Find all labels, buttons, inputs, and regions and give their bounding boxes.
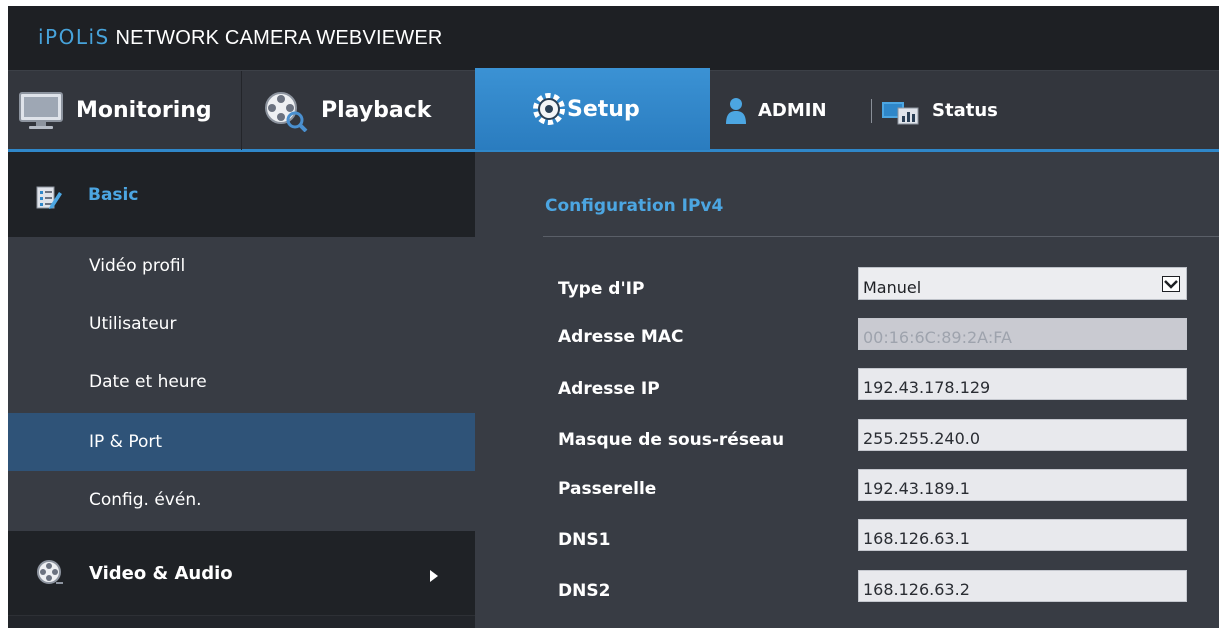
sidebar-item-basic[interactable]: Basic	[8, 152, 475, 237]
sidebar-item-label: Utilisateur	[89, 314, 177, 334]
nav-admin[interactable]: ADMIN	[726, 71, 876, 150]
sidebar-item-label: Vidéo profil	[89, 256, 186, 276]
gateway-field[interactable]: 192.43.189.1	[858, 469, 1187, 501]
sidebar-item-ip-port[interactable]: IP & Port	[8, 413, 475, 471]
ip-address-label: Adresse IP	[558, 379, 660, 399]
app-brand: iPOLiS NETWORK CAMERA WEBVIEWER	[38, 24, 443, 51]
sidebar: Basic Vidéo profil Utilisateur Date et h…	[8, 152, 475, 628]
dns2-label: DNS2	[558, 581, 611, 601]
gateway-label: Passerelle	[558, 479, 657, 499]
sidebar-item-event-config[interactable]: Config. évén.	[8, 471, 475, 529]
nav-monitoring[interactable]: Monitoring	[8, 71, 242, 150]
checklist-edit-icon	[36, 186, 62, 215]
sidebar-item-basic-label: Basic	[88, 184, 139, 205]
ip-type-select[interactable]: Manuel	[858, 267, 1187, 300]
gear-icon	[531, 91, 567, 127]
sidebar-item-video-profile[interactable]: Vidéo profil	[8, 237, 475, 295]
sidebar-item-video-audio[interactable]: Video & Audio	[8, 531, 475, 616]
chevron-right-icon	[429, 567, 439, 588]
app-title: NETWORK CAMERA WEBVIEWER	[109, 27, 443, 49]
mac-address-label: Adresse MAC	[558, 327, 684, 347]
nav-playback-label: Playback	[321, 98, 432, 123]
chevron-down-icon	[1162, 276, 1180, 296]
sidebar-item-user[interactable]: Utilisateur	[8, 295, 475, 353]
nav-setup[interactable]: Setup	[475, 68, 710, 150]
ip-type-label: Type d'IP	[558, 279, 645, 299]
status-chart-icon	[880, 96, 920, 126]
monitor-icon	[18, 91, 64, 131]
nav-monitoring-label: Monitoring	[76, 98, 212, 123]
sidebar-item-label: IP & Port	[89, 432, 163, 452]
dns2-field[interactable]: 168.126.63.2	[858, 570, 1187, 602]
nav-playback[interactable]: Playback	[243, 71, 475, 150]
nav-admin-label: ADMIN	[758, 100, 827, 121]
sidebar-item-date-time[interactable]: Date et heure	[8, 353, 475, 411]
sidebar-item-video-audio-label: Video & Audio	[89, 562, 233, 584]
subnet-mask-label: Masque de sous-réseau	[558, 430, 785, 450]
nav-setup-label: Setup	[567, 96, 640, 122]
subnet-mask-field[interactable]: 255.255.240.0	[858, 419, 1187, 451]
film-reel-icon	[36, 559, 64, 592]
main-nav: Monitoring Playback Setup ADMIN Status	[8, 68, 1219, 152]
nav-status[interactable]: Status	[880, 71, 1060, 150]
section-title: Configuration IPv4	[545, 196, 724, 216]
sidebar-item-label: Config. évén.	[89, 490, 202, 510]
title-bar: iPOLiS NETWORK CAMERA WEBVIEWER	[8, 6, 1219, 70]
dns1-label: DNS1	[558, 530, 611, 550]
nav-separator	[871, 99, 872, 123]
brand-logo: iPOLiS	[38, 25, 110, 49]
dns1-field[interactable]: 168.126.63.1	[858, 519, 1187, 551]
sidebar-item-label: Date et heure	[89, 372, 207, 392]
nav-status-label: Status	[932, 100, 998, 121]
sidebar-submenu: Vidéo profil Utilisateur Date et heure I…	[8, 237, 475, 531]
film-reel-search-icon	[263, 90, 309, 132]
ip-address-field[interactable]: 192.43.178.129	[858, 368, 1187, 400]
content-panel: Configuration IPv4 Type d'IP Manuel Adre…	[475, 152, 1219, 628]
user-icon	[726, 97, 746, 125]
ip-type-value: Manuel	[863, 278, 922, 297]
section-divider	[543, 236, 1219, 237]
mac-address-field: 00:16:6C:89:2A:FA	[858, 318, 1187, 350]
